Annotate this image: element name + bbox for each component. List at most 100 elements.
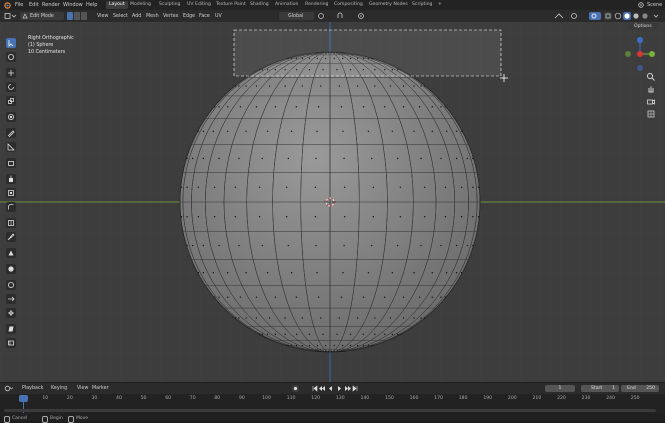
playback-controls[interactable] <box>312 385 358 392</box>
timeline-tick-label: 60 <box>165 396 171 401</box>
play-icon <box>338 386 341 391</box>
tab-geometry-nodes[interactable]: Geometry Nodes <box>366 1 411 9</box>
menu-help[interactable]: Help <box>86 2 97 8</box>
menu-face[interactable]: Face <box>199 14 210 19</box>
pivot-point-icon[interactable] <box>317 12 327 20</box>
overlays-toggle-icon[interactable] <box>589 12 601 20</box>
current-frame-field[interactable]: 1 <box>545 385 575 392</box>
add-workspace-button[interactable]: + <box>435 1 445 9</box>
shading-options-icon[interactable] <box>652 12 660 20</box>
annotate-tool[interactable] <box>6 128 16 138</box>
options-dropdown[interactable]: Options <box>628 23 658 30</box>
transform-orientation-label: Global <box>288 14 303 19</box>
menu-mesh[interactable]: Mesh <box>146 14 159 19</box>
blender-logo-icon[interactable] <box>3 1 11 9</box>
snap-icon[interactable] <box>336 12 348 20</box>
tab-texture-paint[interactable]: Texture Paint <box>213 1 249 9</box>
view-object-types-icon[interactable] <box>553 12 565 20</box>
zoom-icon[interactable] <box>646 72 656 82</box>
tab-animation[interactable]: Animation <box>272 1 301 9</box>
transform-orientation-dropdown[interactable]: Global <box>279 12 314 20</box>
perspective-toggle-icon[interactable] <box>646 109 656 119</box>
face-center-dot <box>275 106 276 107</box>
tab-sculpting[interactable]: Sculpting <box>156 1 183 9</box>
inset-faces-tool[interactable] <box>6 188 16 198</box>
select-mode-edge-button[interactable] <box>74 12 80 20</box>
menu-edge[interactable]: Edge <box>183 14 195 19</box>
menu-file[interactable]: File <box>15 2 23 8</box>
smooth-tool[interactable] <box>6 280 16 290</box>
select-box-tool[interactable] <box>6 38 16 48</box>
face-center-dot <box>320 317 321 318</box>
3d-viewport[interactable]: Right Orthographic (1) Sphere 10 Centime… <box>0 22 665 382</box>
knife-tool[interactable] <box>6 232 16 242</box>
menu-select[interactable]: Select <box>113 14 128 19</box>
tab-uv-editing[interactable]: UV Editing <box>184 1 214 9</box>
poly-build-tool[interactable] <box>6 248 16 258</box>
xray-toggle-icon[interactable] <box>604 12 612 20</box>
timeline-scrollbar[interactable] <box>4 409 656 412</box>
end-frame-field[interactable]: End 250 <box>621 385 659 392</box>
tab-scripting[interactable]: Scripting <box>409 1 435 9</box>
menu-marker[interactable]: Marker <box>92 386 109 391</box>
rip-region-tool[interactable] <box>6 338 16 348</box>
cursor-tool[interactable] <box>6 52 16 62</box>
navigation-gizmo[interactable] <box>622 36 658 72</box>
shading-solid-icon[interactable] <box>623 12 631 20</box>
menu-uv[interactable]: UV <box>215 14 222 19</box>
menu-render[interactable]: Render <box>42 2 60 8</box>
face-center-dot <box>400 216 401 217</box>
scale-tool[interactable] <box>6 96 16 106</box>
menu-vertex[interactable]: Vertex <box>163 14 178 19</box>
rotate-tool[interactable] <box>6 82 16 92</box>
playhead[interactable] <box>19 395 28 402</box>
scene-name[interactable]: Scene <box>647 2 662 8</box>
menu-timeline-view[interactable]: View <box>77 386 88 391</box>
menu-add[interactable]: Add <box>132 14 141 19</box>
face-center-dot <box>374 334 375 335</box>
loop-cut-tool[interactable] <box>6 218 16 228</box>
face-center-dot <box>269 317 270 318</box>
tab-compositing[interactable]: Compositing <box>331 1 366 9</box>
start-frame-field[interactable]: Start 1 <box>581 385 619 392</box>
pan-hand-icon[interactable] <box>646 84 656 94</box>
select-mode-vertex-button[interactable] <box>67 12 73 20</box>
bevel-tool[interactable] <box>6 202 16 212</box>
menu-view[interactable]: View <box>97 14 108 19</box>
select-mode-face-button[interactable] <box>81 12 87 20</box>
tab-layout[interactable]: Layout <box>106 1 128 9</box>
add-cube-tool[interactable] <box>6 158 16 168</box>
editor-type-icon[interactable] <box>4 12 17 20</box>
timeline-area[interactable]: 1102030405060708090100110120130140150160… <box>0 394 665 414</box>
prev-keyframe-icon <box>319 386 325 391</box>
menu-edit[interactable]: Edit <box>29 2 39 8</box>
record-button[interactable] <box>292 385 299 392</box>
menu-keying[interactable]: Keying <box>51 386 67 391</box>
gizmo-toggle-icon[interactable] <box>569 12 581 20</box>
tab-modeling[interactable]: Modeling <box>127 1 154 9</box>
move-tool[interactable] <box>6 68 16 78</box>
shading-wireframe-icon[interactable] <box>614 12 622 20</box>
extrude-region-tool[interactable] <box>6 174 16 184</box>
transform-tool[interactable] <box>6 112 16 122</box>
camera-view-icon[interactable] <box>646 97 656 107</box>
edge-slide-tool[interactable] <box>6 294 16 304</box>
measure-tool[interactable] <box>6 142 16 152</box>
face-center-dot <box>420 85 421 86</box>
face-center-dot <box>240 296 241 297</box>
timeline-editor-type-icon[interactable] <box>4 385 14 392</box>
menu-window[interactable]: Window <box>63 2 83 8</box>
viewport-canvas[interactable] <box>0 22 665 382</box>
shading-material-icon[interactable] <box>632 12 640 20</box>
shading-rendered-icon[interactable] <box>641 12 649 20</box>
timeline-tick-label: 80 <box>214 396 220 401</box>
mode-dropdown[interactable]: Edit Mode <box>20 12 64 20</box>
scene-icon[interactable] <box>638 2 644 8</box>
spin-tool[interactable] <box>6 264 16 274</box>
tab-shading[interactable]: Shading <box>247 1 272 9</box>
proportional-editing-icon[interactable] <box>356 12 366 20</box>
menu-playback[interactable]: Playback <box>22 386 43 391</box>
shrink-fatten-tool[interactable] <box>6 308 16 318</box>
tab-rendering[interactable]: Rendering <box>302 1 331 9</box>
shear-tool[interactable] <box>6 324 16 334</box>
